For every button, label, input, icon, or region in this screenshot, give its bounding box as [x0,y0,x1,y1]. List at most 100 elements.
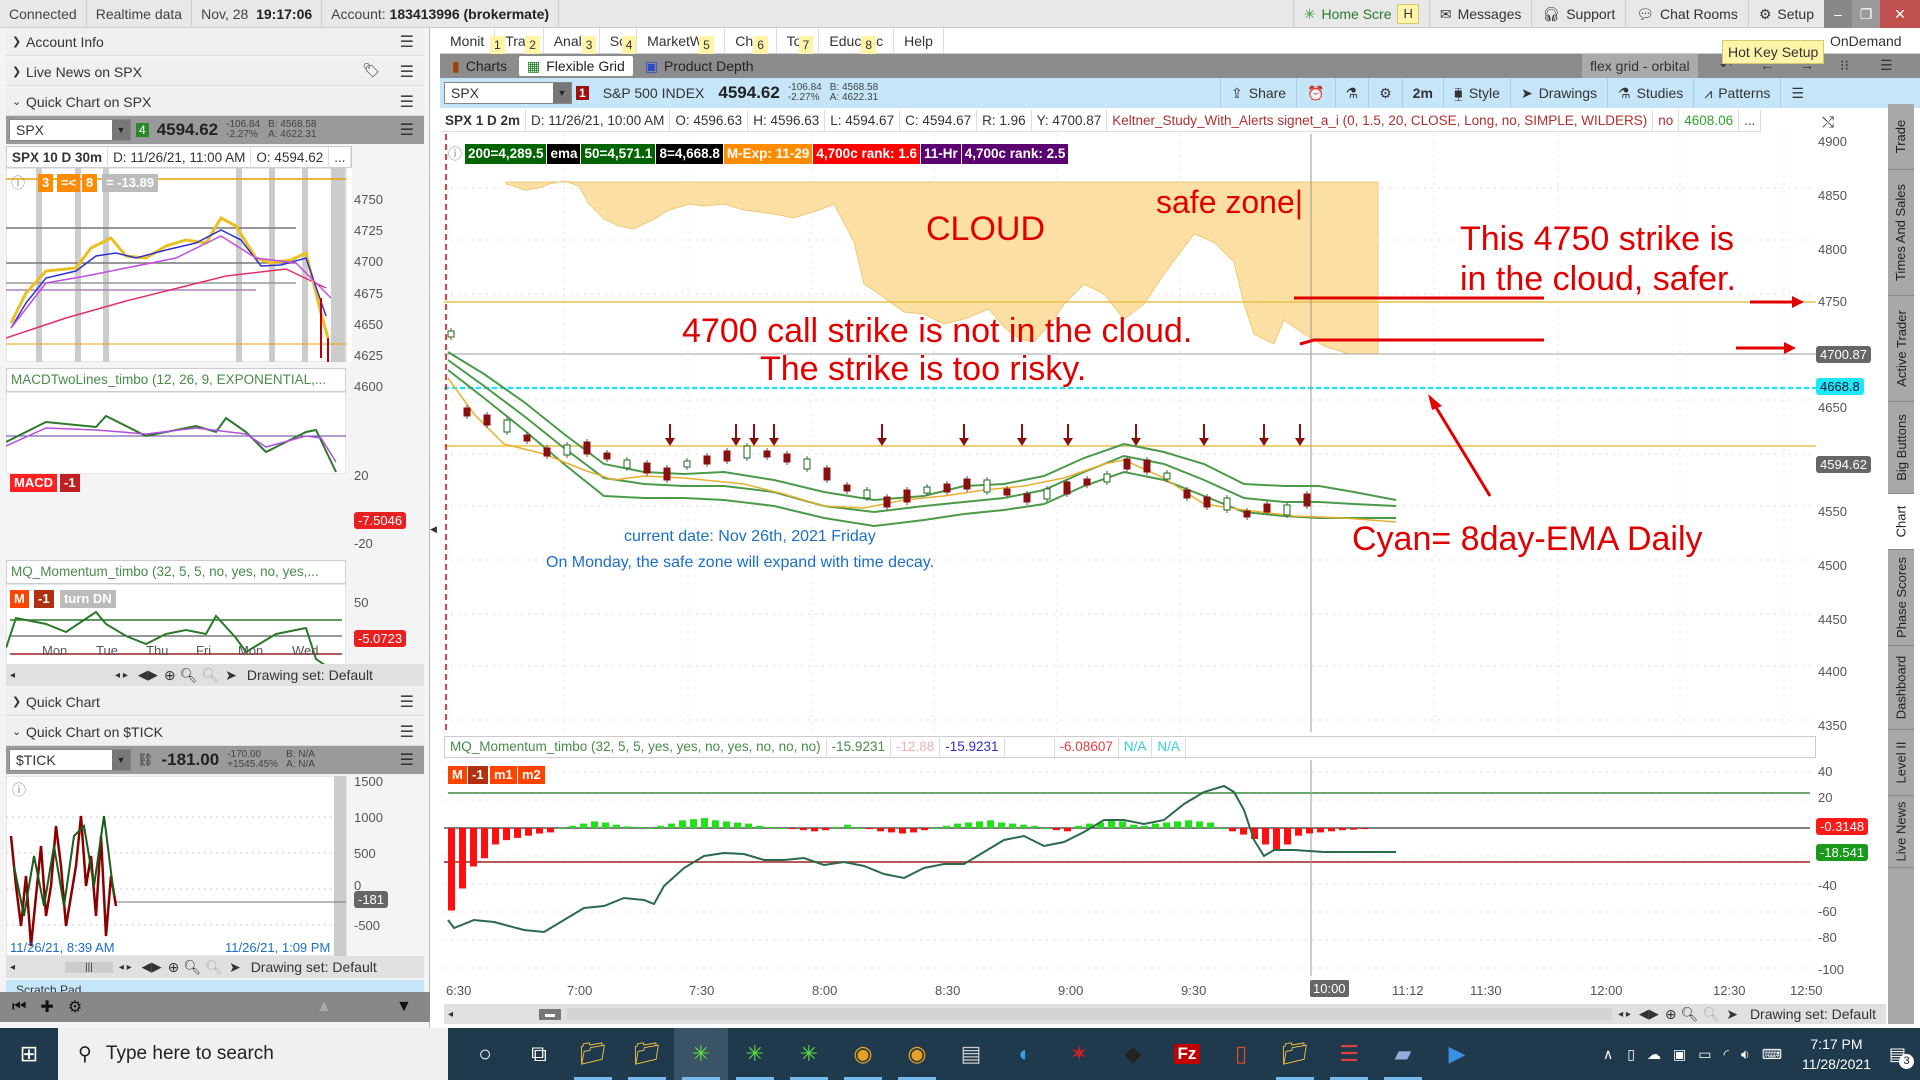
chat-rooms-button[interactable]: 💬︎ Chat Rooms [1625,0,1748,28]
messages-button[interactable]: ✉ Messages [1428,0,1532,28]
taskbar-app-edge[interactable]: ◐ [998,1028,1052,1080]
network-drive-icon[interactable]: ▣ [1673,1046,1686,1063]
nav-tab[interactable]: Sc 4 [600,28,638,54]
crosshair-icon[interactable]: ⊕ [1665,1006,1677,1023]
support-button[interactable]: 🎧︎ Support [1531,0,1625,28]
collapse-panel-icon[interactable]: ◀ [430,524,437,535]
close-button[interactable]: ✕ [1880,0,1920,28]
pan-left-icon[interactable]: ◂ ▸ [119,962,132,973]
wifi-icon[interactable]: ◜ [1723,1046,1728,1063]
chart-menu-button[interactable]: ☰ [1780,78,1814,108]
scroll-left-icon[interactable]: ◂ [448,1009,453,1020]
taskbar-app-office[interactable]: ▯ [1214,1028,1268,1080]
patterns-button[interactable]: ⩘ Patterns [1693,78,1780,108]
pan-left-icon[interactable]: ◂ ▸ [115,670,128,681]
task-view-button[interactable]: ⧉ [512,1028,566,1080]
keltner-study-label[interactable]: Keltner_Study_With_Alerts signet_a_i (0,… [1107,109,1654,132]
nav-tab[interactable]: Analy 3 [544,28,600,54]
expand-icon[interactable]: ◀▶ [1639,1006,1659,1022]
menu-icon[interactable]: ☰ [400,692,414,712]
quick-chart-spx-header[interactable]: ⌄ Quick Chart on SPX ☰ [6,88,424,116]
layout-icon[interactable]: ⁝⁝ [1840,57,1849,74]
restore-button[interactable]: ❐ [1852,0,1880,28]
cursor-icon[interactable]: ➤ [225,667,237,684]
lower-study-title[interactable]: MQ_Momentum_timbo (32, 5, 5, yes, yes, n… [445,736,827,758]
zoom-out-icon[interactable]: 🔍︎ [205,959,223,976]
macd-study-title[interactable]: MACDTwoLines_timbo (12, 26, 9, EXPONENTI… [6,368,346,392]
nav-tab[interactable]: Char 6 [725,28,777,54]
menu-icon[interactable]: ☰ [400,120,414,140]
side-tab-big-buttons[interactable]: Big Buttons [1888,402,1914,494]
menu-icon[interactable]: ☰ [400,32,414,52]
home-screen-button[interactable]: ✳ Home Scre H [1292,0,1429,28]
side-tab-active-trader[interactable]: Active Trader [1888,296,1914,402]
alert-icon[interactable]: ⓘ [448,144,462,164]
taskbar-app-chrome-dev-2[interactable]: ◉ [890,1028,944,1080]
clock[interactable]: 7:17 PM 11/28/2021 [1802,1034,1871,1074]
expand-icon[interactable]: ◀▶ [142,959,162,975]
quick-chart-header[interactable]: ❯ Quick Chart ☰ [6,688,424,716]
taskbar-app-filezilla[interactable]: Fz [1160,1028,1214,1080]
subtab-product-depth[interactable]: ▣ Product Depth [637,56,762,76]
side-tab-trade[interactable]: Trade [1888,104,1914,170]
side-tab-level-ii[interactable]: Level II [1888,730,1914,796]
expand-down-icon[interactable]: ▼ [396,998,412,1016]
show-hidden-icons[interactable]: ∧ [1603,1046,1613,1063]
zoom-out-icon[interactable]: 🔍︎ [1702,1006,1720,1023]
alert-icon[interactable]: ⓘ [11,173,25,193]
quick-chart-tick-header[interactable]: ⌄ Quick Chart on $TICK ☰ [6,718,424,746]
taskbar-search[interactable]: ⚲ Type here to search [58,1028,448,1080]
zoom-out-icon[interactable]: 🔍︎ [201,667,219,684]
volume-icon[interactable]: 🔉︎ [1741,1046,1750,1063]
account-info-header[interactable]: ❯ Account Info ☰ [6,28,424,56]
taskbar-app-todoist[interactable]: ☰ [1322,1028,1376,1080]
scrollbar-thumb[interactable]: ||| [65,961,113,973]
scroll-left-icon[interactable]: ◂ [10,962,15,973]
nav-tab[interactable]: MarketWat 5 [637,28,726,54]
crosshair-icon[interactable]: ⊕ [168,959,180,976]
account-selector[interactable]: Account: 183413996 (brokermate) [322,0,560,28]
subtab-flexible-grid[interactable]: ▦ Flexible Grid [518,56,633,76]
nav-tab[interactable]: Monit 1 [440,28,505,54]
nav-tab[interactable]: Trac 2 [495,28,544,54]
spx-symbol-input[interactable]: SPX ▼ [9,119,131,141]
horizontal-scrollbar[interactable] [567,1008,1613,1020]
taskbar-app-monitor[interactable]: ▤ [944,1028,998,1080]
share-button[interactable]: ⇪ Share [1220,78,1296,108]
taskbar-app-box[interactable]: ◆ [1106,1028,1160,1080]
realtime-data-status[interactable]: Realtime data [87,0,193,28]
scroll-left-icon[interactable]: ◂ [10,670,15,681]
scratch-pad-header[interactable]: Scratch Pad [6,980,424,992]
taskbar-app-thinkorswim-3[interactable]: ✳ [782,1028,836,1080]
side-tab-live-news[interactable]: Live News [1888,796,1914,868]
zoom-in-icon[interactable]: 🔍︎ [183,959,201,976]
taskbar-app-notepad[interactable]: ▰ [1376,1028,1430,1080]
taskbar-app-thinkorswim-2[interactable]: ✳ [728,1028,782,1080]
main-symbol-input[interactable]: SPX ▼ [444,82,572,104]
taskbar-app-chrome-dev[interactable]: ◉ [836,1028,890,1080]
autoscale-icon[interactable]: ⤭ [1822,114,1834,131]
cursor-icon[interactable]: ➤ [1726,1006,1738,1023]
zoom-in-icon[interactable]: 🔍︎ [180,667,198,684]
side-tab-dashboard[interactable]: Dashboard [1888,646,1914,730]
grid-name[interactable]: flex grid - orbital [1582,54,1698,78]
link-icon[interactable]: ⛓ [137,752,154,768]
notifications-button[interactable]: ▤ 3 [1889,1044,1914,1069]
menu-icon[interactable]: ☰ [400,92,414,112]
mini-chart-more[interactable]: ... [329,147,352,169]
taskbar-app-media[interactable]: ▶ [1430,1028,1484,1080]
alerts-button[interactable]: ⏰ [1296,78,1334,108]
crosshair-icon[interactable]: ⊕ [164,667,176,684]
drawing-set-selector[interactable]: Drawing set: Default [251,959,377,975]
zoom-in-icon[interactable]: 🔍︎ [1681,1006,1699,1023]
dropdown-arrow-icon[interactable]: ▼ [112,120,130,140]
dropdown-arrow-icon[interactable]: ▼ [112,750,130,770]
pan-icon[interactable]: ◂ ▸ [1618,1009,1631,1020]
studies-button[interactable]: ⚗ Studies [1607,78,1693,108]
menu-icon[interactable]: ☰ [400,62,414,82]
tick-symbol-input[interactable]: $TICK ▼ [9,749,131,771]
scrollbar-thumb[interactable]: ▬ [539,1008,562,1020]
cortana-button[interactable]: ○ [458,1028,512,1080]
datetime-display[interactable]: Nov, 28 19:17:06 [192,0,323,28]
side-tab-chart[interactable]: Chart [1888,494,1914,550]
